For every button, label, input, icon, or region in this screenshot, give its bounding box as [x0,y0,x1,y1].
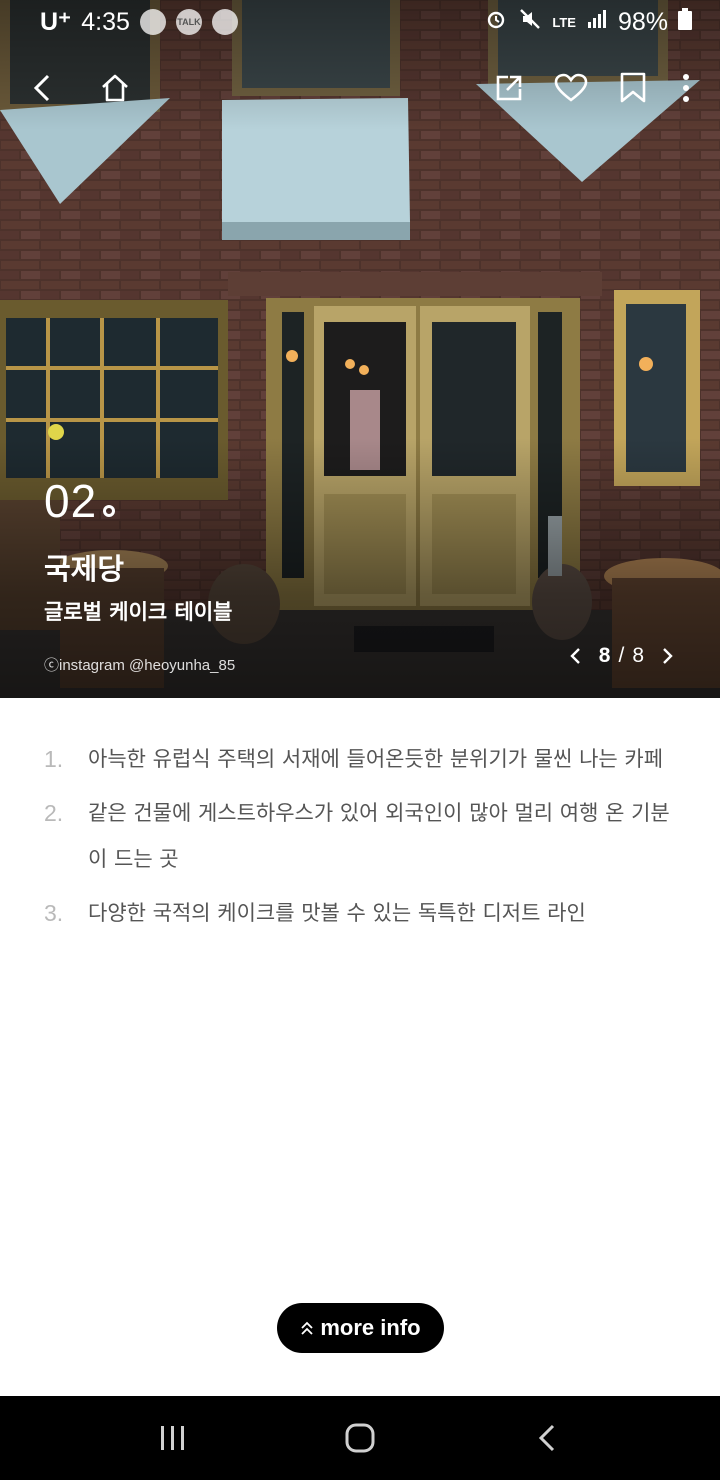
list-item-number: 2. [44,800,64,826]
pager-current: 8 [598,644,611,667]
pager-separator: / [618,644,625,667]
list-item: 2. 같은 건물에 게스트하우스가 있어 외국인이 많아 멀리 여행 온 기분이… [44,790,680,882]
back-button[interactable] [22,67,64,109]
nav-left [22,67,136,109]
pager-total: 8 [632,644,644,667]
battery-percent: 98% [617,7,668,36]
list-item-number: 3. [44,900,64,926]
talk-icon: TALK [175,9,202,35]
system-home-button[interactable] [330,1408,390,1468]
double-chevron-up-icon [301,1321,314,1335]
list-item-text: 아늑한 유럽식 주택의 서재에 들어온듯한 분위기가 물씬 나는 카페 [88,747,664,771]
place-number-text: 02 [44,475,98,527]
mute-icon [518,7,542,38]
chevron-right-icon [663,648,673,664]
top-nav [0,60,720,116]
feature-list: 1. 아늑한 유럽식 주택의 서재에 들어온듯한 분위기가 물씬 나는 카페 2… [44,736,680,944]
status-bar: U⁺ 4:35 TALK LTE 98% [0,0,720,44]
more-info-label: more info [320,1315,421,1340]
battery-icon [678,7,692,37]
signal-icon [586,8,608,37]
system-back-button[interactable] [517,1408,577,1468]
image-pager: 8 / 8 [563,640,680,672]
photo-credit: ⓒinstagram @heoyunha_85 [44,657,236,674]
home-button[interactable] [94,67,136,109]
more-vertical-icon [683,74,689,102]
number-dot-icon [103,505,116,517]
place-subtitle: 글로벌 케이크 테이블 [44,600,233,624]
notification-icon [139,9,166,35]
place-number: 02 [44,474,116,528]
place-title: 국제당 [44,552,125,586]
back-icon [538,1424,554,1452]
heart-icon [554,73,588,102]
recents-icon [161,1426,185,1450]
more-info-button[interactable]: more info [277,1303,444,1353]
list-item: 1. 아늑한 유럽식 주택의 서재에 들어온듯한 분위기가 물씬 나는 카페 [44,736,680,782]
chevron-left-icon [570,648,580,664]
system-nav-bar [0,1396,720,1480]
carrier-label: U⁺ [40,8,72,36]
nav-right [488,67,698,109]
more-button[interactable] [674,67,698,109]
status-time: 4:35 [81,7,130,36]
home-circle-icon [345,1423,375,1453]
list-item: 3. 다양한 국적의 케이크를 맛볼 수 있는 독특한 디저트 라인 [44,890,680,936]
share-icon [496,75,522,101]
bookmark-button[interactable] [612,67,654,109]
status-left: U⁺ 4:35 TALK [40,7,238,37]
like-button[interactable] [550,67,592,109]
prev-image-button[interactable] [563,640,587,672]
list-item-text: 다양한 국적의 케이크를 맛볼 수 있는 독특한 디저트 라인 [88,901,586,925]
network-label: LTE [552,14,576,30]
download-icon [211,9,238,35]
list-item-number: 1. [44,746,64,772]
status-right: LTE 98% [484,7,692,38]
bookmark-icon [620,72,646,103]
alarm-icon [484,7,508,38]
share-button[interactable] [488,67,530,109]
next-image-button[interactable] [656,640,680,672]
chevron-left-icon [33,74,50,102]
recents-button[interactable] [143,1408,203,1468]
list-item-text: 같은 건물에 게스트하우스가 있어 외국인이 많아 멀리 여행 온 기분이 드는… [88,801,670,871]
home-icon [102,74,128,102]
